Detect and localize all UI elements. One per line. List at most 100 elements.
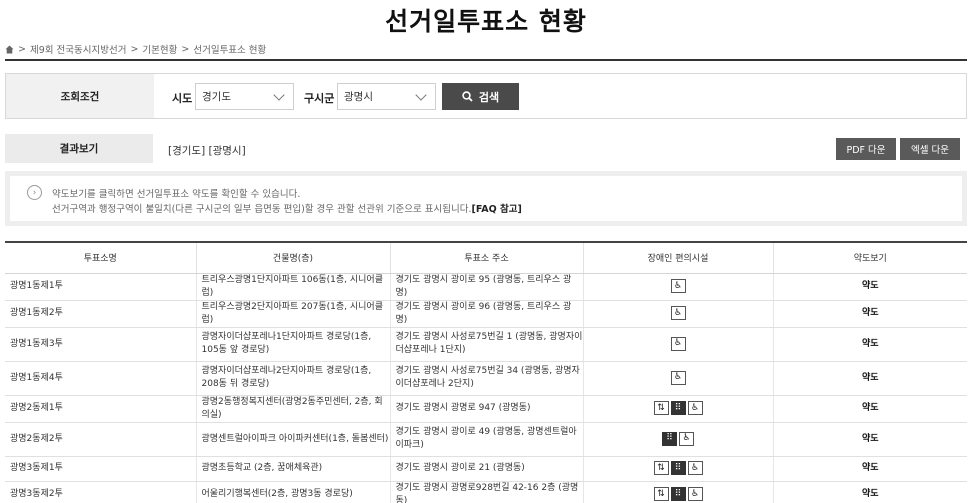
table-header-row: 투표소명 건물명(층) 투표소 주소 장애인 편의시설 약도보기 (5, 241, 967, 274)
elevator-icon: ⇅ (653, 461, 669, 476)
station-name-cell: 광명1동제3투 (5, 327, 196, 362)
braille-icon: ⠿ (670, 487, 686, 502)
station-name-cell: 광명2동제1투 (5, 395, 196, 423)
table-row: 광명3동제1투 광명초등학교 (2층, 꿈애체육관) 경기도 광명시 광이로 21 … (5, 456, 967, 482)
search-conditions-label: 조회조건 (6, 74, 154, 118)
map-link[interactable]: 약도 (772, 456, 967, 482)
gusigun-select[interactable]: 광명시 (337, 83, 436, 110)
sido-select[interactable]: 경기도 (195, 83, 294, 110)
breadcrumb-separator: > (18, 43, 26, 55)
gusigun-select-value: 광명시 (344, 91, 373, 103)
breadcrumb: > 제9회 전국동시지방선거 > 기본현황 > 선거일투표소 현황 (5, 42, 266, 56)
facilities-cell: ♿ (582, 300, 773, 328)
result-label: 결과보기 (5, 134, 153, 163)
building-cell: 광명센트럴아이파크 아이파커센터(1층, 돌봄센터) (195, 422, 390, 457)
table-row: 광명2동제2투 광명센트럴아이파크 아이파커센터(1층, 돌봄센터) 경기도 광명시… (5, 422, 967, 457)
search-conditions: 조회조건 시도 경기도 구시군 광명시 검색 (5, 73, 967, 119)
breadcrumb-item-current: 선거일투표소 현황 (193, 45, 267, 56)
table-row: 광명1동제1투 트리우스광명1단지아파트 106동(1층, 시니어클럽) 경기도 광… (5, 273, 967, 301)
station-name-cell: 광명3동제1투 (5, 456, 196, 482)
building-cell: 트리우스광명1단지아파트 106동(1층, 시니어클럽) (195, 273, 390, 301)
breadcrumb-item-election[interactable]: 제9회 전국동시지방선거 (30, 42, 126, 56)
address-cell: 경기도 광명시 사성로75번길 34 (광명동, 광명자이더샵포레나 2단지) (389, 361, 583, 396)
facilities-cell: ⠿ ♿ (582, 422, 773, 457)
map-link[interactable]: 약도 (772, 395, 967, 423)
pdf-download-button[interactable]: PDF 다운 (836, 138, 896, 160)
map-link[interactable]: 약도 (772, 361, 967, 396)
table-row: 광명1동제2투 트리우스광명2단지아파트 207동(1층, 시니어클럽) 경기도 광… (5, 300, 967, 328)
table-row: 광명3동제2투 어울리기행복센터(2층, 광명3동 경로당) 경기도 광명시 광명로… (5, 481, 967, 503)
station-name-cell: 광명2동제2투 (5, 422, 196, 457)
braille-icon: ⠿ (670, 461, 686, 476)
station-name-cell: 광명1동제1투 (5, 273, 196, 301)
map-link[interactable]: 약도 (772, 422, 967, 457)
building-cell: 광명2동행정복지센터(광명2동주민센터, 2층, 회의실) (195, 395, 390, 423)
notice-box: › 약도보기를 클릭하면 선거일투표소 약도를 확인할 수 있습니다. 선거구역… (5, 171, 967, 226)
page-title: 선거일투표소 현황 (385, 7, 587, 36)
gusigun-label: 구시군 (304, 92, 335, 105)
wheelchair-icon: ♿ (679, 431, 694, 446)
address-cell: 경기도 광명시 광이로 95 (광명동, 트리우스 광명) (389, 273, 583, 301)
search-button[interactable]: 검색 (442, 83, 519, 110)
building-cell: 트리우스광명2단지아파트 207동(1층, 시니어클럽) (195, 300, 390, 328)
chevron-down-icon (415, 89, 427, 101)
wheelchair-icon: ♿ (670, 306, 686, 321)
wheelchair-icon: ♿ (687, 487, 703, 502)
facilities-cell: ♿ (582, 273, 773, 301)
column-header-address: 투표소 주소 (389, 241, 583, 274)
elevator-icon: ⇅ (653, 401, 669, 416)
search-button-label: 검색 (478, 90, 500, 104)
facilities-cell: ⇅ ⠿ ♿ (582, 481, 773, 503)
breadcrumb-item-basic-status[interactable]: 기본현황 (142, 42, 177, 56)
facilities-cell: ⇅ ⠿ ♿ (582, 456, 773, 482)
building-cell: 광명초등학교 (2층, 꿈애체육관) (195, 456, 390, 482)
title-divider (5, 59, 967, 61)
facilities-cell: ⇅ ⠿ ♿ (582, 395, 773, 423)
address-cell: 경기도 광명시 광이로 49 (광명동, 광명센트럴아이파크) (389, 422, 583, 457)
notice-line-1: 약도보기를 클릭하면 선거일투표소 약도를 확인할 수 있습니다. (52, 189, 301, 200)
map-link[interactable]: 약도 (772, 273, 967, 301)
address-cell: 경기도 광명시 광이로 21 (광명동) (389, 456, 583, 482)
table-row: 광명1동제4투 광명자이더샵포레나2단지아파트 경로당(1층, 208동 뒤 경로… (5, 361, 967, 396)
braille-icon: ⠿ (670, 401, 686, 416)
column-header-map: 약도보기 (772, 241, 967, 274)
polling-station-table: 투표소명 건물명(층) 투표소 주소 장애인 편의시설 약도보기 광명1동제1투… (5, 241, 967, 503)
facilities-cell: ♿ (582, 361, 773, 396)
faq-link[interactable]: [FAQ 참고] (471, 204, 521, 215)
home-icon[interactable] (5, 45, 14, 54)
wheelchair-icon: ♿ (670, 336, 686, 351)
column-header-station: 투표소명 (5, 241, 196, 274)
address-cell: 경기도 광명시 광이로 96 (광명동, 트리우스 광명) (389, 300, 583, 328)
facilities-cell: ♿ (582, 327, 773, 362)
station-name-cell: 광명1동제4투 (5, 361, 196, 396)
sido-select-value: 경기도 (202, 91, 231, 103)
building-cell: 광명자이더샵포레나1단지아파트 경로당(1층, 105동 앞 경로당) (195, 327, 390, 362)
braille-icon: ⠿ (662, 431, 677, 446)
breadcrumb-separator: > (181, 43, 190, 55)
address-cell: 경기도 광명시 광명로928번길 42-16 2층 (광명동) (389, 481, 583, 503)
chevron-right-circle-icon: › (27, 185, 42, 200)
result-bar: 결과보기 [경기도] [광명시] PDF 다운 엑셀 다운 (5, 134, 967, 163)
column-header-building: 건물명(층) (195, 241, 390, 274)
elevator-icon: ⇅ (653, 487, 669, 502)
map-link[interactable]: 약도 (772, 300, 967, 328)
breadcrumb-separator: > (130, 43, 139, 55)
address-cell: 경기도 광명시 광명로 947 (광명동) (389, 395, 583, 423)
chevron-down-icon (273, 89, 285, 101)
map-link[interactable]: 약도 (772, 327, 967, 362)
wheelchair-icon: ♿ (687, 401, 703, 416)
notice-line-2: 선거구역과 행정구역이 불일치(다른 구시군의 일부 읍면동 편입)할 경우 관… (52, 201, 522, 215)
station-name-cell: 광명3동제2투 (5, 481, 196, 503)
address-cell: 경기도 광명시 사성로75번길 1 (광명동, 광명자이더샵포레나 1단지) (389, 327, 583, 362)
wheelchair-icon: ♿ (670, 279, 686, 294)
search-icon (462, 91, 473, 102)
table-row: 광명2동제1투 광명2동행정복지센터(광명2동주민센터, 2층, 회의실) 경기도 … (5, 395, 967, 423)
excel-download-button[interactable]: 엑셀 다운 (900, 138, 960, 160)
table-row: 광명1동제3투 광명자이더샵포레나1단지아파트 경로당(1층, 105동 앞 경로… (5, 327, 967, 362)
column-header-facilities: 장애인 편의시설 (582, 241, 773, 274)
map-link[interactable]: 약도 (772, 481, 967, 503)
wheelchair-icon: ♿ (687, 461, 703, 476)
notice-line-2-text: 선거구역과 행정구역이 불일치(다른 구시군의 일부 읍면동 편입)할 경우 관… (52, 204, 472, 215)
wheelchair-icon: ♿ (670, 370, 686, 385)
result-text: [경기도] [광명시] (168, 145, 246, 157)
